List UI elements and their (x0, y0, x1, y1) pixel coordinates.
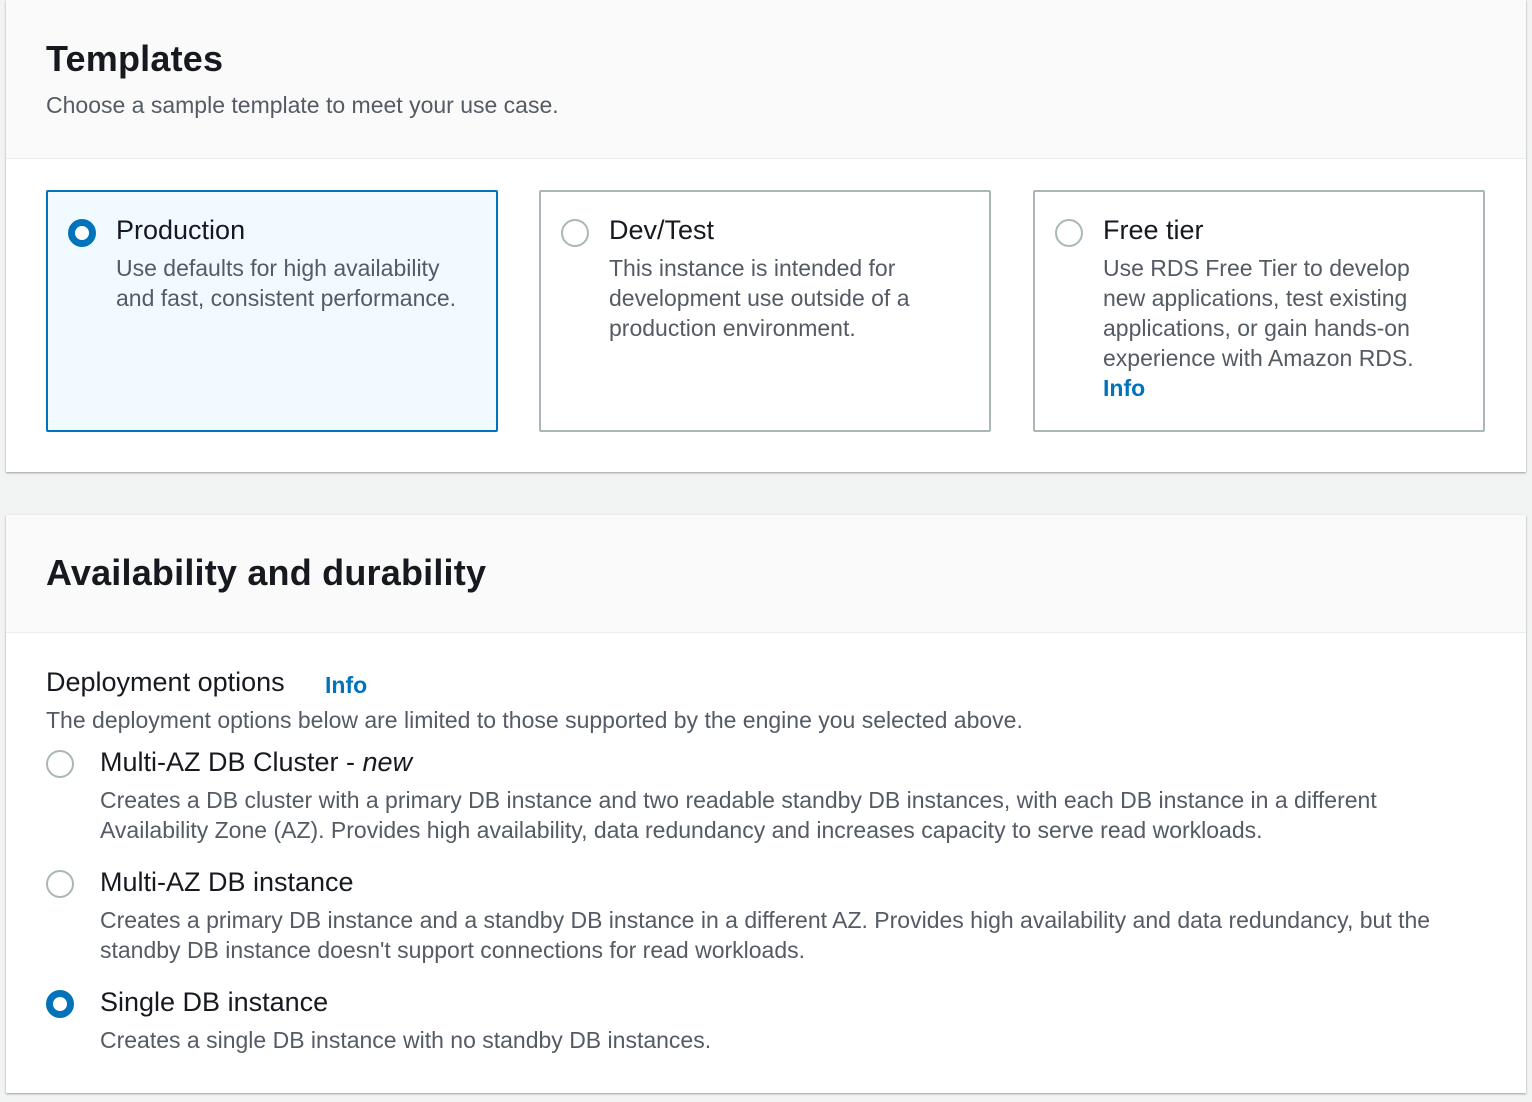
multi-az-cluster-radio[interactable] (46, 750, 74, 778)
free-tier-description: Use RDS Free Tier to develop new applica… (1103, 255, 1414, 371)
dev-test-title: Dev/Test (609, 215, 715, 245)
deployment-info-link[interactable]: Info (325, 672, 367, 699)
multi-az-cluster-new-tag: new (362, 747, 413, 777)
deployment-options-label: Deployment options (46, 667, 285, 697)
multi-az-instance-title: Multi-AZ DB instance (100, 867, 354, 897)
single-instance-title: Single DB instance (100, 987, 329, 1017)
availability-panel: Availability and durability Deployment o… (6, 515, 1526, 1093)
deployment-options-description: The deployment options below are limited… (46, 707, 1023, 733)
single-instance-radio[interactable] (46, 990, 74, 1018)
templates-title: Templates (46, 38, 224, 79)
dev-test-description: This instance is intended for developmen… (609, 255, 910, 341)
templates-header: Templates Choose a sample template to me… (6, 0, 1526, 159)
templates-panel: Templates Choose a sample template to me… (6, 0, 1526, 472)
free-tier-title: Free tier (1103, 215, 1204, 245)
multi-az-cluster-title-text: Multi-AZ DB Cluster - (100, 747, 363, 777)
production-description: Use defaults for high availability and f… (116, 255, 457, 311)
availability-title: Availability and durability (46, 552, 487, 593)
multi-az-instance-description: Creates a primary DB instance and a stan… (100, 907, 1431, 963)
multi-az-instance-radio[interactable] (46, 870, 74, 898)
single-instance-description: Creates a single DB instance with no sta… (100, 1027, 712, 1053)
dev-test-radio[interactable] (561, 219, 589, 247)
multi-az-cluster-description: Creates a DB cluster with a primary DB i… (100, 787, 1377, 843)
template-tile-production[interactable]: Production Use defaults for high availab… (46, 190, 498, 432)
production-radio[interactable] (68, 219, 96, 247)
multi-az-cluster-title: Multi-AZ DB Cluster - new (100, 747, 412, 778)
production-title: Production (116, 215, 246, 245)
template-tile-dev-test[interactable]: Dev/Test This instance is intended for d… (539, 190, 991, 432)
free-tier-description-block: Use RDS Free Tier to develop new applica… (1103, 253, 1448, 403)
template-tile-free-tier[interactable]: Free tier Use RDS Free Tier to develop n… (1033, 190, 1485, 432)
free-tier-radio[interactable] (1055, 219, 1083, 247)
templates-description: Choose a sample template to meet your us… (46, 92, 559, 118)
free-tier-info-link[interactable]: Info (1103, 375, 1145, 401)
availability-header: Availability and durability (6, 515, 1526, 633)
